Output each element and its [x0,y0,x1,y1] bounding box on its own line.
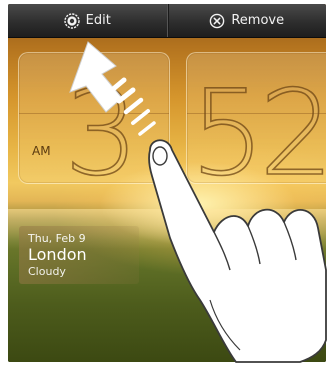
edit-button[interactable]: Edit [8,4,168,37]
weather-date: Thu, Feb 9 [28,232,86,245]
weather-condition: Cloudy [28,265,66,278]
circle-x-icon [209,13,225,29]
remove-button[interactable]: Remove [168,4,327,37]
clock-minutes: 52 [189,64,326,202]
clock-period: AM [32,144,51,158]
phone-screen: Edit Remove 3 52 AM Thu, Feb 9 London Cl… [8,4,326,362]
weather-city: London [28,245,87,264]
edit-button-label: Edit [85,13,111,28]
remove-button-label: Remove [231,13,285,28]
gear-icon [63,12,80,29]
clock-hour: 3 [63,64,140,202]
widget-action-bar: Edit Remove [8,4,326,38]
